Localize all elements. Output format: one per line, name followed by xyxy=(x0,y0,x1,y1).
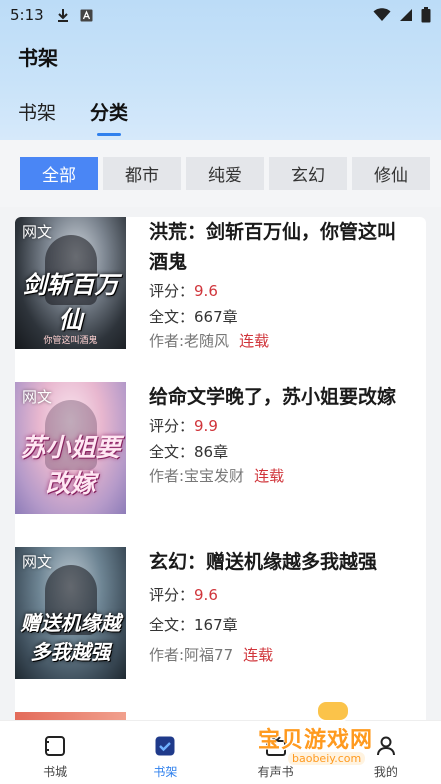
score-value: 9.6 xyxy=(194,282,218,300)
book-author-line: 作者:老随风 连载 xyxy=(149,329,409,353)
score-label: 评分： xyxy=(149,586,195,604)
tabbar-label: 书架 xyxy=(153,765,178,779)
tabbar-item-bookshelf[interactable]: 书架 xyxy=(110,721,220,784)
chapters-label: 全文： xyxy=(149,443,195,461)
filter-chip-fantasy[interactable]: 玄幻 xyxy=(269,157,347,190)
book-title[interactable]: 洪荒：剑斩百万仙，你管这叫酒鬼 xyxy=(149,217,409,277)
bookstore-icon xyxy=(45,736,66,756)
cover-title: 剑斩百万仙 xyxy=(22,271,119,334)
book-status: 连载 xyxy=(254,467,285,485)
book-cover[interactable]: 网文 赠送机缘越多我越强 xyxy=(15,547,126,679)
book-score: 评分：9.6 xyxy=(149,279,409,303)
tabbar-label: 书城 xyxy=(43,765,68,779)
category-filter-bar: 全部 都市 纯爱 玄幻 修仙 xyxy=(0,140,441,207)
tabbar-item-bookstore[interactable]: 书城 xyxy=(0,721,110,784)
top-tabs: 书架 分类 xyxy=(18,98,128,125)
chapters-label: 全文： xyxy=(149,616,195,634)
keyboard-notification-icon xyxy=(80,9,93,21)
book-status: 连载 xyxy=(243,646,274,664)
book-chapters: 全文：86章 xyxy=(149,440,409,464)
gamepad-icon xyxy=(316,700,350,722)
tab-category[interactable]: 分类 xyxy=(90,98,128,125)
cover-title: 苏小姐要改嫁 xyxy=(20,433,121,498)
watermark: 宝贝游戏网 baobeiy.com xyxy=(258,700,418,780)
score-label: 评分： xyxy=(149,417,195,435)
chapters-label: 全文： xyxy=(149,308,195,326)
watermark-url: baobeiy.com xyxy=(288,752,366,765)
book-score: 评分：9.6 xyxy=(149,583,409,607)
book-title[interactable]: 给命文学晚了，苏小姐要改嫁 xyxy=(149,382,409,412)
book-author-line: 作者:阿福77 连载 xyxy=(149,643,409,667)
page-title: 书架 xyxy=(18,46,58,70)
cover-subtitle: 你管这叫酒鬼 xyxy=(43,336,98,346)
signal-icon xyxy=(400,9,412,21)
book-list-item[interactable]: 网文 赠送机缘越多我越强 玄幻：赠送机缘越多我越强 评分：9.6 全文：167章… xyxy=(15,547,426,679)
book-cover[interactable]: 网文 苏小姐要改嫁 xyxy=(15,382,126,514)
download-icon xyxy=(57,9,68,22)
score-value: 9.9 xyxy=(194,417,218,435)
book-list-item[interactable]: 网文 苏小姐要改嫁 给命文学晚了，苏小姐要改嫁 评分：9.9 全文：86章 作者… xyxy=(15,382,426,514)
book-author-line: 作者:宝宝发财 连载 xyxy=(149,464,409,488)
filter-chip-romance[interactable]: 纯爱 xyxy=(186,157,264,190)
tab-bookshelf[interactable]: 书架 xyxy=(18,98,56,125)
cover-tag: 网文 xyxy=(22,223,53,241)
status-time: 5:13 xyxy=(10,6,44,24)
book-author: 作者:宝宝发财 xyxy=(149,467,245,485)
filter-chip-all[interactable]: 全部 xyxy=(20,157,98,190)
filter-chip-xianxia[interactable]: 修仙 xyxy=(352,157,430,190)
chapters-value: 167章 xyxy=(194,616,238,634)
score-value: 9.6 xyxy=(194,586,218,604)
book-cover[interactable]: 网文 剑斩百万仙 你管这叫酒鬼 xyxy=(15,217,126,349)
book-author: 作者:阿福77 xyxy=(149,646,234,664)
book-chapters: 全文：167章 xyxy=(149,613,409,637)
book-list-item[interactable]: 网文 剑斩百万仙 你管这叫酒鬼 洪荒：剑斩百万仙，你管这叫酒鬼 评分：9.6 全… xyxy=(15,217,426,350)
score-label: 评分： xyxy=(149,282,195,300)
book-author: 作者:老随风 xyxy=(149,332,230,350)
bookshelf-icon xyxy=(155,736,175,756)
book-score: 评分：9.9 xyxy=(149,414,409,438)
chapters-value: 86章 xyxy=(194,443,229,461)
book-chapters: 全文：667章 xyxy=(149,305,409,329)
cover-tag: 网文 xyxy=(22,388,53,406)
book-title[interactable]: 玄幻：赠送机缘越多我越强 xyxy=(149,547,409,577)
battery-icon xyxy=(421,7,431,23)
wifi-icon xyxy=(373,8,391,21)
book-list: 网文 剑斩百万仙 你管这叫酒鬼 洪荒：剑斩百万仙，你管这叫酒鬼 评分：9.6 全… xyxy=(15,217,426,727)
watermark-text: 宝贝游戏网 xyxy=(258,728,374,753)
status-bar: 5:13 xyxy=(0,0,441,30)
book-status: 连载 xyxy=(239,332,270,350)
cover-title: 赠送机缘越多我越强 xyxy=(20,611,121,664)
cover-tag: 网文 xyxy=(22,553,53,571)
filter-chip-urban[interactable]: 都市 xyxy=(103,157,181,190)
chapters-value: 667章 xyxy=(194,308,238,326)
